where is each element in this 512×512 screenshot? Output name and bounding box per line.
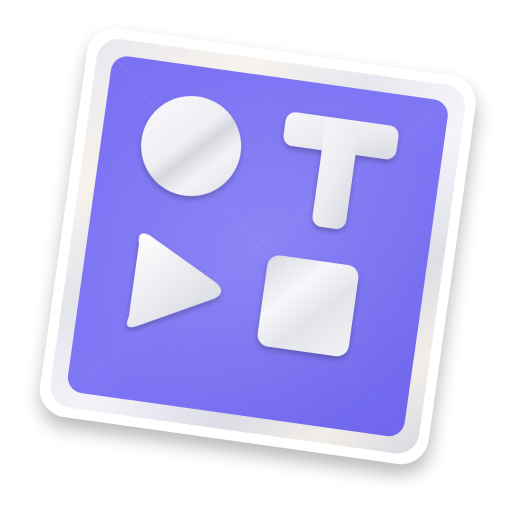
square-icon (257, 255, 359, 357)
app-icon[interactable] (0, 0, 512, 512)
app-icon-stage (0, 0, 512, 512)
